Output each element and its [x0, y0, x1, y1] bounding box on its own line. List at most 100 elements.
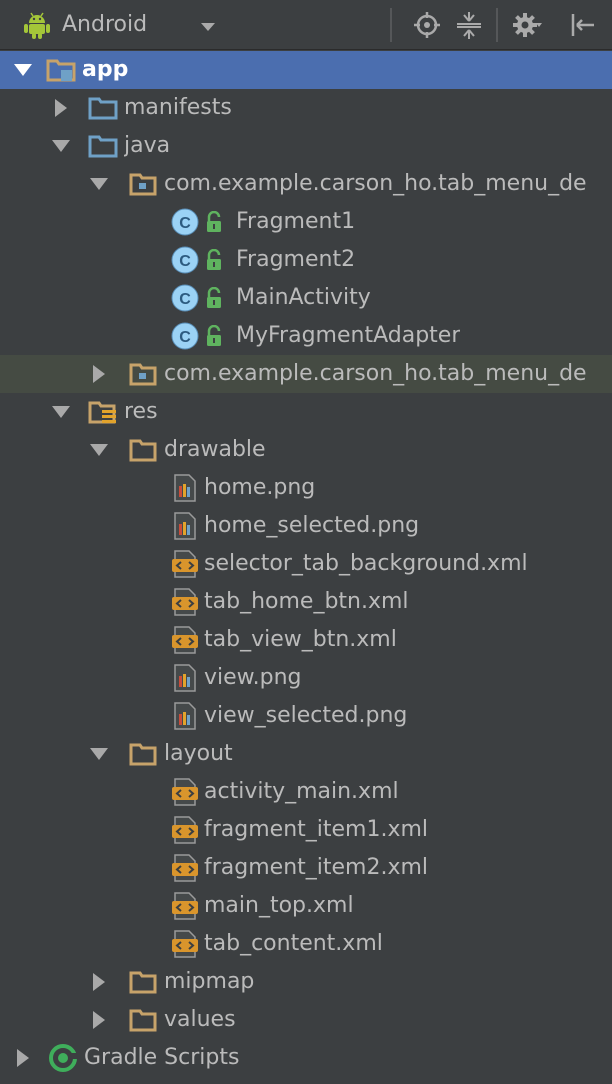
svg-text:C: C: [179, 329, 191, 346]
tree-row[interactable]: values: [0, 1001, 612, 1039]
tree-row-label: view_selected.png: [204, 703, 408, 728]
collapse-arrow-icon[interactable]: [88, 363, 110, 385]
tree-row[interactable]: app: [0, 51, 612, 89]
module-folder-icon: [46, 59, 76, 82]
collapse-arrow-icon[interactable]: [50, 97, 72, 119]
package-icon: [129, 173, 157, 196]
image-file-icon: [174, 512, 196, 540]
xml-file-icon: [172, 778, 198, 806]
chevron-down-icon[interactable]: [198, 21, 218, 33]
collapse-arrow-icon[interactable]: [88, 971, 110, 993]
tree-row-label: home.png: [204, 475, 316, 500]
gear-icon[interactable]: [512, 10, 542, 40]
class-icon: C: [171, 246, 199, 274]
collapse-arrow-icon[interactable]: [88, 1009, 110, 1031]
tree-row-label: home_selected.png: [204, 513, 420, 538]
collapse-all-icon[interactable]: [454, 10, 484, 40]
tree-row-label: manifests: [124, 95, 232, 120]
lock-icon: [207, 249, 221, 270]
folder-icon: [129, 743, 157, 766]
image-file-icon: [174, 474, 196, 502]
folder-blue-icon: [88, 97, 118, 120]
xml-file-icon: [172, 816, 198, 844]
tree-row-label: Fragment1: [236, 209, 356, 234]
android-icon: [24, 12, 50, 39]
expand-arrow-icon[interactable]: [88, 743, 110, 765]
tree-row[interactable]: home.png: [0, 469, 612, 507]
tree-row[interactable]: main_top.xml: [0, 887, 612, 925]
tree-row[interactable]: layout: [0, 735, 612, 773]
expand-arrow-icon[interactable]: [50, 135, 72, 157]
toolbar-divider: [390, 8, 392, 42]
expand-arrow-icon[interactable]: [88, 439, 110, 461]
xml-file-icon: [172, 854, 198, 882]
svg-text:C: C: [179, 215, 191, 232]
tree-row[interactable]: drawable: [0, 431, 612, 469]
tree-row[interactable]: activity_main.xml: [0, 773, 612, 811]
xml-file-icon: [172, 930, 198, 958]
class-icon: C: [171, 208, 199, 236]
tree-row-label: layout: [164, 741, 233, 766]
tree-row[interactable]: tab_home_btn.xml: [0, 583, 612, 621]
project-toolbar: Android: [0, 0, 612, 50]
folder-blue-icon: [88, 135, 118, 158]
lock-icon: [207, 211, 221, 232]
expand-arrow-icon[interactable]: [50, 401, 72, 423]
tree-row-label: activity_main.xml: [204, 779, 399, 804]
folder-icon: [129, 1009, 157, 1032]
toolbar-divider: [496, 8, 498, 42]
tree-row[interactable]: tab_content.xml: [0, 925, 612, 963]
folder-icon: [129, 439, 157, 462]
gradle-icon: [49, 1044, 78, 1072]
lock-icon: [207, 287, 221, 308]
tree-row-label: values: [164, 1007, 236, 1032]
tree-row-label: res: [124, 399, 158, 424]
view-selector[interactable]: Android: [62, 12, 147, 38]
tree-row[interactable]: view_selected.png: [0, 697, 612, 735]
tree-row-label: main_top.xml: [204, 893, 354, 918]
tree-row[interactable]: C Fragment1: [0, 203, 612, 241]
tree-row[interactable]: view.png: [0, 659, 612, 697]
tree-row-label: com.example.carson_ho.tab_menu_de: [164, 171, 587, 196]
tree-row[interactable]: manifests: [0, 89, 612, 127]
tree-row[interactable]: C MainActivity: [0, 279, 612, 317]
tree-row-label: tab_content.xml: [204, 931, 383, 956]
res-folder-icon: [88, 401, 116, 424]
tree-row[interactable]: tab_view_btn.xml: [0, 621, 612, 659]
tree-row-label: java: [124, 133, 171, 158]
tree-row[interactable]: selector_tab_background.xml: [0, 545, 612, 583]
xml-file-icon: [172, 550, 198, 578]
image-file-icon: [174, 664, 196, 692]
tree-row-label: tab_view_btn.xml: [204, 627, 397, 652]
package-icon: [129, 363, 157, 386]
tree-row[interactable]: res: [0, 393, 612, 431]
tree-row-label: Gradle Scripts: [84, 1045, 240, 1070]
tree-row-label: selector_tab_background.xml: [204, 551, 528, 576]
collapse-arrow-icon[interactable]: [12, 1047, 34, 1069]
expand-arrow-icon[interactable]: [88, 173, 110, 195]
tree-row[interactable]: com.example.carson_ho.tab_menu_de: [0, 355, 612, 393]
expand-arrow-icon[interactable]: [12, 59, 34, 81]
tree-row-label: Fragment2: [236, 247, 356, 272]
xml-file-icon: [172, 626, 198, 654]
tree-row-label: view.png: [204, 665, 302, 690]
tree-row-label: MainActivity: [236, 285, 371, 310]
tree-row[interactable]: fragment_item2.xml: [0, 849, 612, 887]
hide-panel-icon[interactable]: [568, 10, 598, 40]
locate-icon[interactable]: [412, 10, 442, 40]
svg-text:C: C: [179, 253, 191, 270]
tree-row[interactable]: java: [0, 127, 612, 165]
tree-row[interactable]: com.example.carson_ho.tab_menu_de: [0, 165, 612, 203]
tree-row[interactable]: fragment_item1.xml: [0, 811, 612, 849]
tree-row[interactable]: home_selected.png: [0, 507, 612, 545]
tree-row[interactable]: C Fragment2: [0, 241, 612, 279]
xml-file-icon: [172, 892, 198, 920]
xml-file-icon: [172, 588, 198, 616]
lock-icon: [207, 325, 221, 346]
tree-row-label: fragment_item2.xml: [204, 855, 429, 880]
tree-row[interactable]: Gradle Scripts: [0, 1039, 612, 1077]
tree-row[interactable]: C MyFragmentAdapter: [0, 317, 612, 355]
tree-row[interactable]: mipmap: [0, 963, 612, 1001]
tree-row-label: com.example.carson_ho.tab_menu_de: [164, 361, 587, 386]
image-file-icon: [174, 702, 196, 730]
